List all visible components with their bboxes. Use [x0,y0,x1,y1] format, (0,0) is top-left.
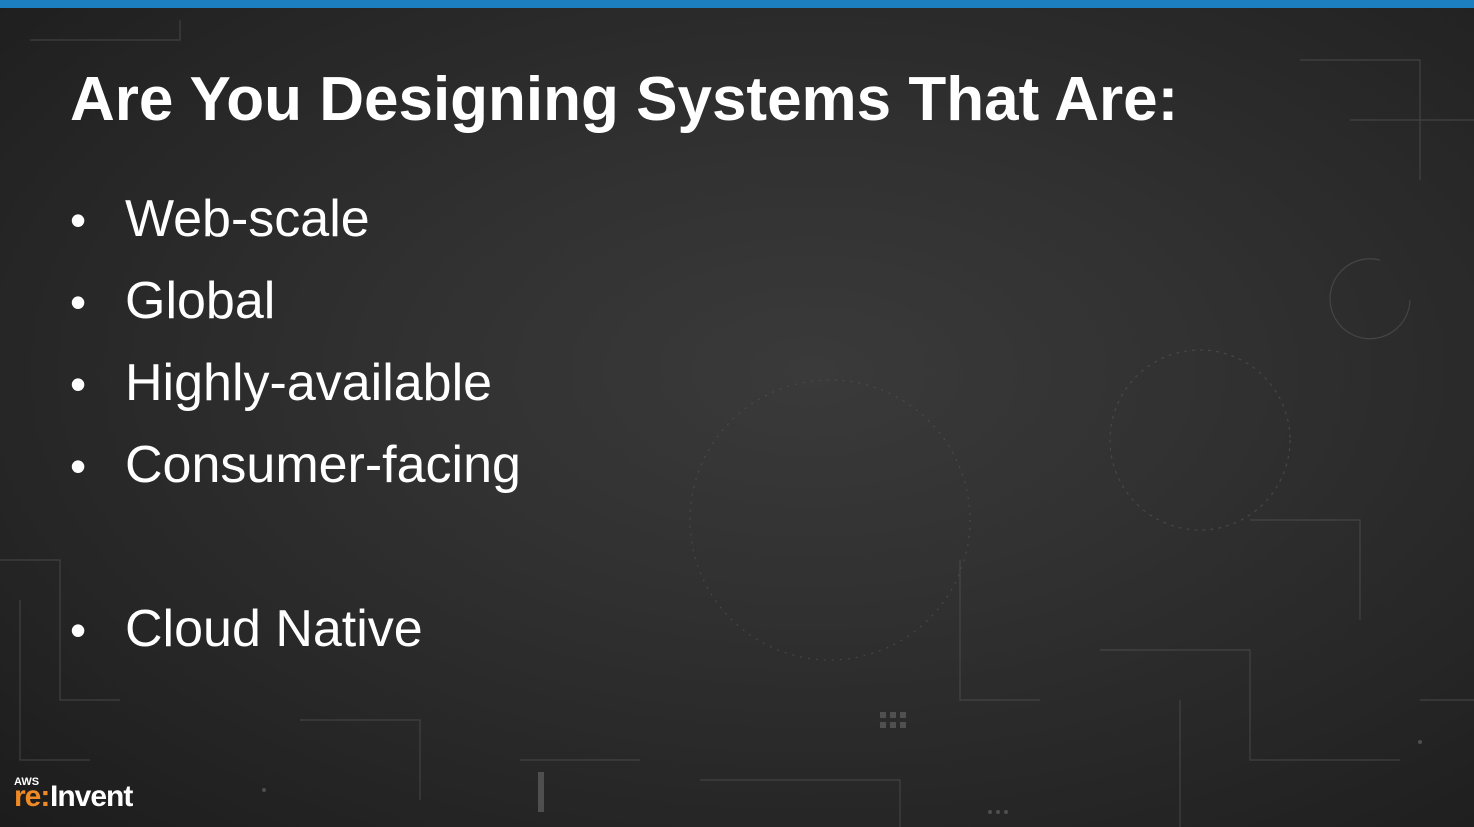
logo-invent-text: Invent [50,780,133,813]
top-accent-bar [0,0,1474,8]
bullet-text: Consumer-facing [125,436,521,494]
bullet-list: • Web-scale • Global • Highly-available … [70,178,521,670]
bullet-text: Web-scale [125,190,370,248]
bullet-text: Highly-available [125,354,493,412]
list-item: • Web-scale [70,178,521,260]
slide: Are You Designing Systems That Are: • We… [0,0,1474,827]
reinvent-logo: AWS re: Invent [14,776,159,816]
bullet-icon: • [70,194,87,246]
list-item: • Consumer-facing [70,424,521,506]
list-item: • Highly-available [70,342,521,424]
slide-title: Are You Designing Systems That Are: [70,65,1179,134]
bullet-icon: • [70,358,87,410]
list-item: • Cloud Native [70,588,521,670]
bullet-text: Cloud Native [125,600,423,658]
list-item: • Global [70,260,521,342]
bullet-icon: • [70,276,87,328]
bullet-icon: • [70,440,87,492]
bullet-icon: • [70,604,87,656]
logo-re-text: re: [14,780,50,813]
bullet-text: Global [125,272,276,330]
